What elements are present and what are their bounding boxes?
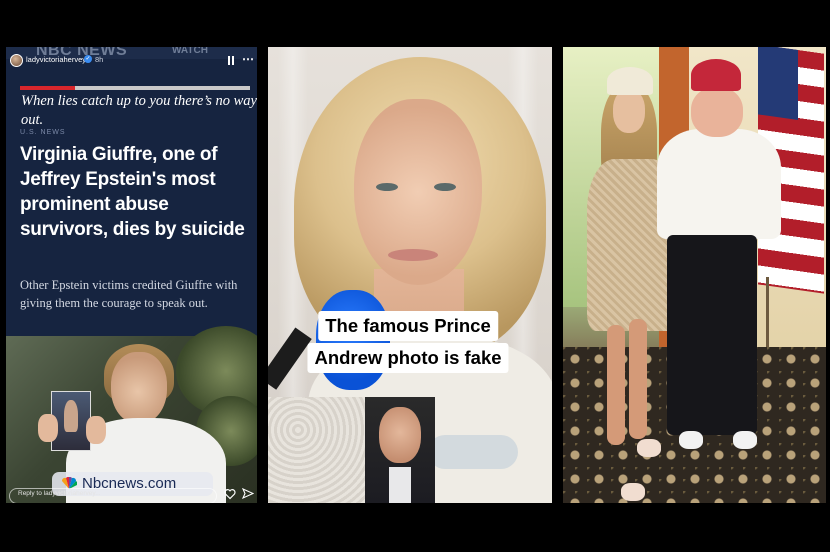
interview-video-panel: The famous Prince Andrew photo is fake (268, 47, 552, 503)
more-options-icon[interactable]: ⋯ (242, 52, 254, 66)
send-icon[interactable] (242, 488, 254, 500)
story-caption: When lies catch up to you there’s no way… (21, 93, 257, 128)
person-face (613, 89, 645, 133)
lace-garment (268, 397, 368, 503)
photo-figure (64, 400, 78, 432)
verified-badge-icon: ✓ (84, 55, 92, 63)
story-caption-box: When lies catch up to you there’s no way… (16, 92, 257, 134)
person-face (111, 352, 167, 424)
red-cap (691, 59, 741, 91)
faint-watermark (428, 435, 518, 469)
article-headline[interactable]: Virginia Giuffre, one of Jeffrey Epstein… (20, 142, 252, 242)
inset-portrait (365, 397, 435, 503)
avatar[interactable] (10, 54, 23, 67)
leg (607, 325, 625, 445)
person-face (379, 407, 421, 463)
story-progress-fill (20, 86, 76, 90)
article-dek: Other Epstein victims credited Giuffre w… (20, 278, 238, 310)
story-username[interactable]: ladyvictoriahervey (26, 55, 86, 64)
white-cap (607, 67, 653, 95)
hand (38, 414, 58, 442)
shoe (733, 431, 757, 449)
eye (376, 183, 398, 191)
reply-placeholder: Reply to ladyvictoriahervey... (18, 490, 101, 497)
story-timestamp: 8h (95, 55, 104, 64)
story-progress-bar (20, 86, 250, 90)
pause-icon[interactable] (227, 56, 235, 65)
polo-shirt (657, 129, 781, 239)
caption-line: The famous Prince (318, 311, 498, 341)
reply-input[interactable]: Reply to ladyvictoriahervey... (9, 488, 217, 503)
hand (86, 416, 106, 444)
flag-canton (758, 47, 798, 120)
eye (434, 183, 456, 191)
leg (629, 319, 647, 439)
heart-icon[interactable] (224, 488, 236, 500)
dark-trousers (667, 235, 757, 435)
caption-line: Andrew photo is fake (307, 343, 509, 373)
shoe (621, 483, 645, 501)
shirt-collar (389, 467, 411, 503)
mouth (388, 249, 438, 261)
shoe (637, 439, 661, 457)
video-caption: The famous Prince Andrew photo is fake (280, 311, 536, 375)
person-face (691, 87, 743, 137)
shoe (679, 431, 703, 449)
instagram-story-panel: NBC NEWS WATCH ladyvictoriahervey ✓ 8h ⋯… (6, 47, 257, 503)
section-label: U.S. NEWS (20, 129, 66, 136)
story-header: ladyvictoriahervey ✓ 8h ⋯ (6, 51, 257, 71)
golf-club-photo-panel (563, 47, 826, 503)
person-face (354, 99, 482, 285)
